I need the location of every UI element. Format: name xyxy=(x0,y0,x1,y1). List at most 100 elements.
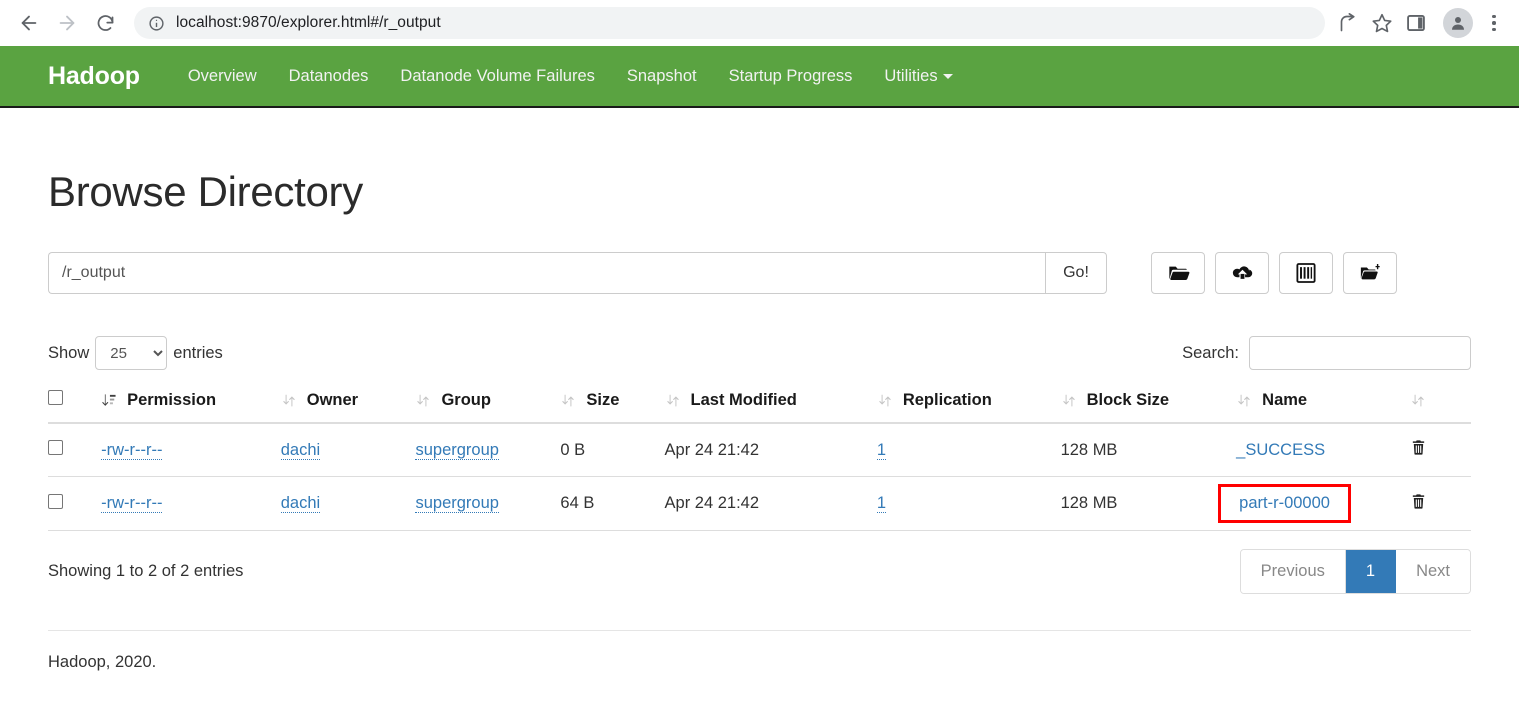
back-button[interactable] xyxy=(12,6,46,40)
column-name[interactable]: Name xyxy=(1236,382,1410,424)
main-content: Browse Directory Go! xyxy=(0,168,1519,672)
cell-permission: -rw-r--r-- xyxy=(101,476,281,531)
pagination-next[interactable]: Next xyxy=(1396,550,1470,593)
column-actions xyxy=(1409,382,1471,424)
column-replication[interactable]: Replication xyxy=(876,382,1061,424)
page-title: Browse Directory xyxy=(48,168,363,215)
column-permission-label: Permission xyxy=(127,390,217,409)
delete-file-button[interactable] xyxy=(1410,438,1427,462)
row-select-cell[interactable] xyxy=(48,423,102,477)
brand-hadoop[interactable]: Hadoop xyxy=(48,62,140,91)
snapshot-button[interactable] xyxy=(1279,252,1333,294)
upload-files-button[interactable] xyxy=(1215,252,1269,294)
column-group[interactable]: Group xyxy=(415,382,561,424)
column-block-size-label: Block Size xyxy=(1086,390,1170,409)
browser-actions xyxy=(1331,6,1507,40)
sort-icon xyxy=(1238,394,1250,406)
search-label: Search: xyxy=(1182,343,1239,362)
sort-icon xyxy=(879,394,891,406)
browser-toolbar: localhost:9870/explorer.html#/r_output xyxy=(0,0,1519,46)
bookmark-button[interactable] xyxy=(1365,6,1399,40)
select-all-checkbox[interactable] xyxy=(48,390,63,405)
column-block-size[interactable]: Block Size xyxy=(1060,382,1237,424)
search-input[interactable] xyxy=(1249,336,1471,370)
replication-link[interactable]: 1 xyxy=(876,494,887,513)
pagination-previous[interactable]: Previous xyxy=(1240,550,1346,593)
directory-tools xyxy=(1151,252,1397,294)
table-row: -rw-r--r-- dachi supergroup 64 B Apr 24 … xyxy=(48,476,1471,531)
site-footer: Hadoop, 2020. xyxy=(48,653,157,671)
side-panel-button[interactable] xyxy=(1399,6,1433,40)
nav-item-startup-progress[interactable]: Startup Progress xyxy=(713,67,869,86)
cloud-upload-icon xyxy=(1232,266,1252,279)
cell-name: _SUCCESS xyxy=(1236,423,1410,477)
select-all-header[interactable] xyxy=(48,382,102,424)
pagination-page-1[interactable]: 1 xyxy=(1345,550,1397,593)
site-info-icon[interactable] xyxy=(148,15,165,32)
column-replication-label: Replication xyxy=(902,390,992,409)
sort-icon xyxy=(1411,394,1424,406)
table-row: -rw-r--r-- dachi supergroup 0 B Apr 24 2… xyxy=(48,423,1471,477)
reload-button[interactable] xyxy=(88,6,122,40)
sort-icon xyxy=(562,394,575,406)
table-controls: Show 25 50 100 entries Search: xyxy=(48,336,1471,370)
row-select-cell[interactable] xyxy=(48,476,102,531)
page-length-select[interactable]: 25 50 100 xyxy=(95,336,168,370)
cut-paste-button[interactable] xyxy=(1343,252,1397,294)
group-link[interactable]: supergroup xyxy=(415,440,499,460)
search-control: Search: xyxy=(1182,336,1471,370)
cell-permission: -rw-r--r-- xyxy=(101,423,281,477)
cell-last-modified: Apr 24 21:42 xyxy=(664,476,877,531)
show-label: Show xyxy=(48,343,90,362)
nav-item-utilities[interactable]: Utilities xyxy=(868,67,968,86)
owner-link[interactable]: dachi xyxy=(280,440,321,460)
side-panel-icon xyxy=(1407,15,1425,31)
cell-group: supergroup xyxy=(415,476,561,531)
nav-item-datanode-volume-failures[interactable]: Datanode Volume Failures xyxy=(384,67,610,86)
replication-link[interactable]: 1 xyxy=(876,440,887,460)
permission-link[interactable]: -rw-r--r-- xyxy=(101,494,163,513)
column-owner[interactable]: Owner xyxy=(280,382,416,424)
group-link[interactable]: supergroup xyxy=(415,494,499,513)
three-dot-menu-icon xyxy=(1492,14,1496,19)
directory-path-input[interactable] xyxy=(48,252,1045,294)
browser-menu-button[interactable] xyxy=(1481,6,1507,40)
delete-file-button[interactable] xyxy=(1410,492,1427,516)
trash-icon xyxy=(1412,493,1424,509)
table-header-row: Permission Owner Group Size Last Modifie… xyxy=(48,382,1471,424)
table-footer: Showing 1 to 2 of 2 entries Previous 1 N… xyxy=(48,549,1471,594)
cell-name: part-r-00000 xyxy=(1218,476,1410,531)
cell-group: supergroup xyxy=(415,423,561,477)
go-button[interactable]: Go! xyxy=(1045,252,1107,294)
nav-item-overview[interactable]: Overview xyxy=(172,67,273,86)
nav-item-snapshot[interactable]: Snapshot xyxy=(611,67,713,86)
trash-icon xyxy=(1412,440,1424,455)
row-checkbox[interactable] xyxy=(48,493,63,509)
entries-info: Showing 1 to 2 of 2 entries xyxy=(48,562,244,580)
sort-icon xyxy=(1062,394,1075,406)
forward-arrow-icon xyxy=(59,15,75,31)
reload-icon xyxy=(97,14,113,31)
create-directory-button[interactable] xyxy=(1151,252,1205,294)
owner-link[interactable]: dachi xyxy=(280,494,321,513)
address-bar[interactable]: localhost:9870/explorer.html#/r_output xyxy=(134,7,1325,39)
share-icon xyxy=(1340,12,1355,31)
forward-button[interactable] xyxy=(50,6,84,40)
column-last-modified[interactable]: Last Modified xyxy=(664,382,877,424)
row-checkbox[interactable] xyxy=(48,440,63,455)
hadoop-navbar: Hadoop Overview Datanodes Datanode Volum… xyxy=(0,46,1519,108)
permission-link[interactable]: -rw-r--r-- xyxy=(101,440,163,460)
file-name-link[interactable]: part-r-00000 xyxy=(1239,494,1330,512)
column-size[interactable]: Size xyxy=(560,382,665,424)
address-bar-url: localhost:9870/explorer.html#/r_output xyxy=(176,14,441,31)
sort-icon xyxy=(417,394,430,406)
profile-button[interactable] xyxy=(1443,8,1473,38)
file-name-link[interactable]: _SUCCESS xyxy=(1236,441,1325,459)
nav-item-utilities-label: Utilities xyxy=(884,66,938,85)
cell-actions xyxy=(1409,423,1471,477)
share-button[interactable] xyxy=(1331,6,1365,40)
sort-active-icon xyxy=(102,393,116,406)
cell-actions xyxy=(1409,476,1471,531)
column-permission[interactable]: Permission xyxy=(101,382,281,424)
nav-item-datanodes[interactable]: Datanodes xyxy=(273,67,385,86)
